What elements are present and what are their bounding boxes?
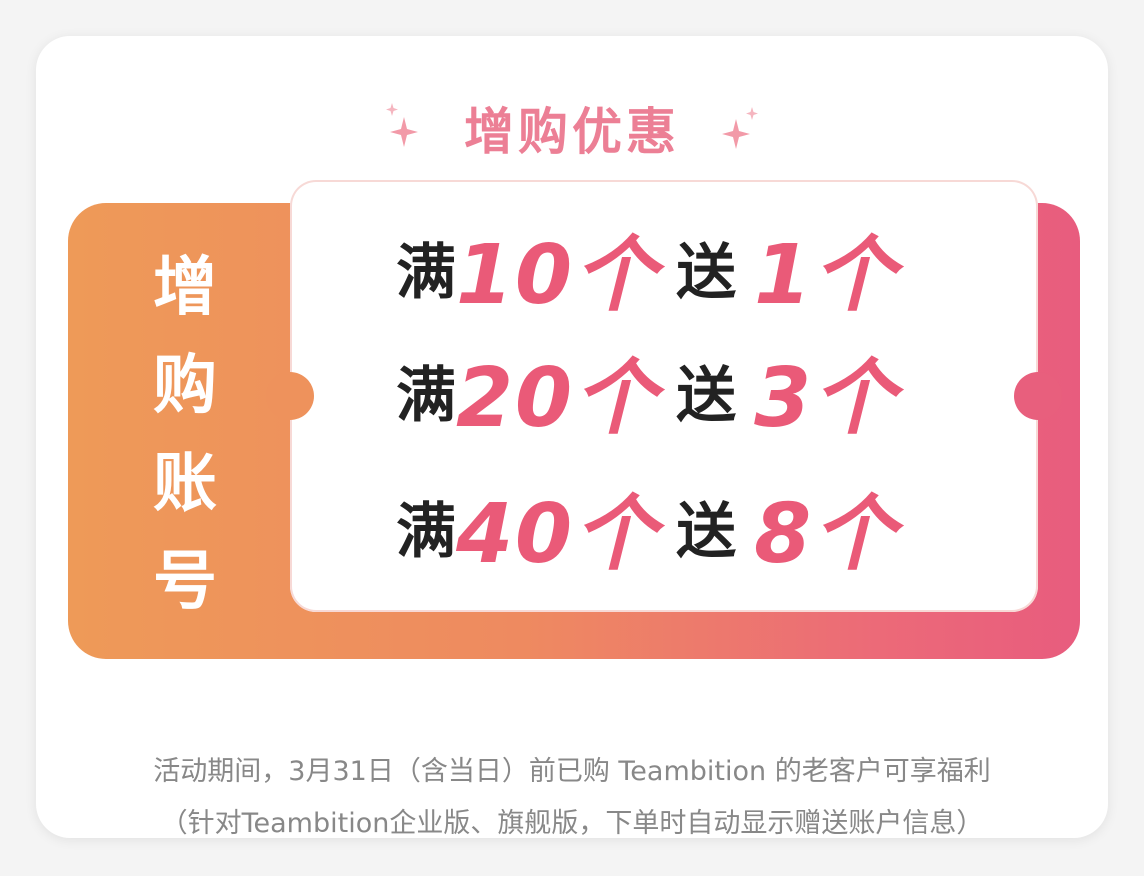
- side-label-char: 账: [153, 447, 217, 521]
- tier-row: 满 10个 送 1个: [396, 212, 956, 323]
- tier-prefix: 满: [396, 360, 456, 431]
- tier-buy-count: 40个: [456, 486, 659, 582]
- tier-buy-count: 10个: [456, 227, 659, 323]
- tier-mid: 送: [676, 496, 737, 567]
- tier-get-count: 3个: [754, 350, 898, 446]
- tier-get-count: 8个: [754, 486, 898, 582]
- ticket-notch-right: [1014, 372, 1062, 420]
- side-label-char: 购: [153, 349, 217, 423]
- tier-prefix: 满: [396, 237, 456, 308]
- tier-row: 满 20个 送 3个: [396, 322, 956, 458]
- side-label-char: 增: [153, 251, 217, 325]
- tier-buy-count: 20个: [456, 350, 659, 446]
- ticket-notch-left: [266, 372, 314, 420]
- page-title: 增购优惠: [464, 103, 680, 161]
- side-label: 增 购 账 号: [112, 245, 258, 625]
- title-row: 增购优惠: [36, 88, 1108, 168]
- tier-row: 满 40个 送 8个: [396, 458, 956, 594]
- sparkle-icon: [720, 103, 760, 153]
- terms-notes: 活动期间，3月31日（含当日）前已购 Teambition 的老客户可享福利 （…: [36, 746, 1108, 850]
- tier-prefix: 满: [396, 496, 456, 567]
- sparkle-icon: [384, 103, 424, 153]
- tier-mid: 送: [676, 360, 737, 431]
- terms-line-2: （针对Teambition企业版、旗舰版，下单时自动显示赠送账户信息）: [160, 808, 984, 839]
- side-label-char: 号: [153, 545, 217, 619]
- terms-line-1: 活动期间，3月31日（含当日）前已购 Teambition 的老客户可享福利: [153, 756, 991, 787]
- tier-mid: 送: [676, 237, 737, 308]
- tier-get-count: 1个: [754, 227, 898, 323]
- tier-list: 满 10个 送 1个 满 20个 送 3个 满 40个 送 8个: [396, 212, 956, 594]
